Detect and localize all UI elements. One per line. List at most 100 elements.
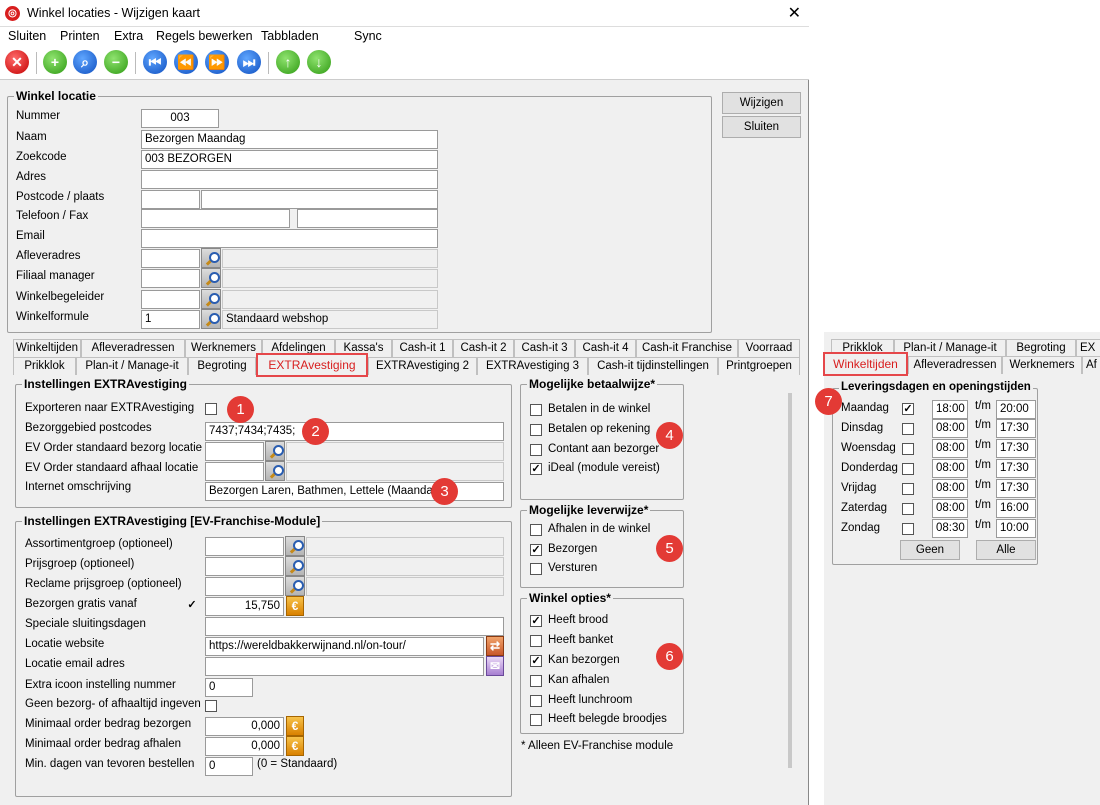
arrow-down-icon[interactable]: ↓: [307, 50, 331, 74]
menu-tabbladen[interactable]: Tabbladen: [261, 29, 319, 43]
to-time-zondag[interactable]: 10:00: [996, 519, 1036, 538]
wijzigen-button[interactable]: Wijzigen: [722, 92, 801, 114]
tab-winkeltijden[interactable]: Winkeltijden: [13, 339, 81, 357]
to-time-zaterdag[interactable]: 16:00: [996, 499, 1036, 518]
tab-cash-it-tijdinstellingen[interactable]: Cash-it tijdinstellingen: [588, 357, 718, 375]
locatie-website-field[interactable]: https://wereldbakkerwijnand.nl/on-tour/: [205, 637, 484, 656]
last-record-icon[interactable]: ⏭: [237, 50, 261, 74]
day-checkbox-dinsdag[interactable]: [902, 423, 914, 435]
to-time-maandag[interactable]: 20:00: [996, 400, 1036, 419]
filiaal-manager-field[interactable]: [141, 269, 200, 288]
geen-button[interactable]: Geen: [900, 540, 960, 560]
menu-sluiten[interactable]: Sluiten: [8, 29, 46, 43]
zoekcode-field[interactable]: 003 BEZORGEN: [141, 150, 438, 169]
heeft-lunchroom-checkbox[interactable]: [530, 695, 542, 707]
winkelformule-field[interactable]: 1: [141, 310, 200, 329]
from-time-zondag[interactable]: 08:30: [932, 519, 968, 538]
icoon-nummer-field[interactable]: 0: [205, 678, 253, 697]
heeft-brood-checkbox[interactable]: ✓: [530, 615, 542, 627]
add-icon[interactable]: +: [43, 50, 67, 74]
day-checkbox-donderdag[interactable]: [902, 463, 914, 475]
to-time-vrijdag[interactable]: 17:30: [996, 479, 1036, 498]
prijsgroep-lookup-icon[interactable]: [285, 556, 305, 576]
euro-icon[interactable]: €: [286, 596, 304, 616]
tab-af[interactable]: Af: [1082, 356, 1100, 374]
euro-icon[interactable]: €: [286, 716, 304, 736]
sluiten-button[interactable]: Sluiten: [722, 116, 801, 138]
to-time-woensdag[interactable]: 17:30: [996, 439, 1036, 458]
from-time-donderdag[interactable]: 08:00: [932, 459, 968, 478]
alle-button[interactable]: Alle: [976, 540, 1036, 560]
betalen-rekening-checkbox[interactable]: [530, 424, 542, 436]
tab-plan-it-manage-it[interactable]: Plan-it / Manage-it: [894, 339, 1006, 357]
tab-extravestiging-3[interactable]: EXTRAvestiging 3: [477, 357, 588, 375]
bezorgen-gratis-checkbox[interactable]: ✓: [186, 600, 198, 612]
next-record-icon[interactable]: ⏩: [205, 50, 229, 74]
afhaal-locatie-field[interactable]: [205, 462, 264, 481]
afhaal-locatie-lookup-icon[interactable]: [265, 461, 285, 481]
tab-extravestiging[interactable]: EXTRAvestiging: [256, 353, 368, 377]
internet-field[interactable]: Bezorgen Laren, Bathmen, Lettele (Maanda…: [205, 482, 504, 501]
remove-icon[interactable]: −: [104, 50, 128, 74]
send-email-icon[interactable]: ✉: [486, 656, 504, 676]
tab-plan-it-manage-it[interactable]: Plan-it / Manage-it: [76, 357, 188, 375]
tab-cash-it-3[interactable]: Cash-it 3: [514, 339, 575, 357]
from-time-vrijdag[interactable]: 08:00: [932, 479, 968, 498]
to-time-donderdag[interactable]: 17:30: [996, 459, 1036, 478]
tab-voorraad[interactable]: Voorraad: [738, 339, 800, 357]
tab-extravestiging-2[interactable]: EXTRAvestiging 2: [368, 357, 477, 375]
fax-field[interactable]: [297, 209, 438, 228]
afleveradres-lookup-icon[interactable]: [201, 248, 221, 268]
euro-icon[interactable]: €: [286, 736, 304, 756]
winkelbegeleider-field[interactable]: [141, 290, 200, 309]
search-icon[interactable]: ⌕: [73, 50, 97, 74]
menu-extra[interactable]: Extra: [114, 29, 143, 43]
tab-printgroepen[interactable]: Printgroepen: [718, 357, 800, 375]
menu-printen[interactable]: Printen: [60, 29, 100, 43]
tab-cash-it-4[interactable]: Cash-it 4: [575, 339, 636, 357]
tab-cash-it-2[interactable]: Cash-it 2: [453, 339, 514, 357]
from-time-dinsdag[interactable]: 08:00: [932, 419, 968, 438]
close-window-icon[interactable]: ✕: [788, 3, 801, 23]
previous-record-icon[interactable]: ⏪: [174, 50, 198, 74]
ideal-checkbox[interactable]: ✓: [530, 463, 542, 475]
bezorgen-gratis-field[interactable]: 15,750: [205, 597, 284, 616]
email-field[interactable]: [141, 229, 438, 248]
tab-winkeltijden-active[interactable]: Winkeltijden: [823, 352, 908, 376]
tab-cash-it-1[interactable]: Cash-it 1: [392, 339, 453, 357]
bezorg-locatie-lookup-icon[interactable]: [265, 441, 285, 461]
tab-werknemers[interactable]: Werknemers: [1002, 356, 1082, 374]
filiaal-manager-lookup-icon[interactable]: [201, 268, 221, 288]
to-time-dinsdag[interactable]: 17:30: [996, 419, 1036, 438]
menu-regels-bewerken[interactable]: Regels bewerken: [156, 29, 253, 43]
sluitingsdagen-field[interactable]: [205, 617, 504, 636]
day-checkbox-zaterdag[interactable]: [902, 503, 914, 515]
tab-ex[interactable]: EX: [1076, 339, 1100, 357]
day-checkbox-vrijdag[interactable]: [902, 483, 914, 495]
afhalen-checkbox[interactable]: [530, 524, 542, 536]
locatie-email-field[interactable]: [205, 657, 484, 676]
winkelformule-lookup-icon[interactable]: [201, 309, 221, 329]
nummer-field[interactable]: 003: [141, 109, 219, 128]
geen-tijd-checkbox[interactable]: [205, 700, 217, 712]
plaats-field[interactable]: [201, 190, 438, 209]
winkelbegeleider-lookup-icon[interactable]: [201, 289, 221, 309]
tab-prikklok[interactable]: Prikklok: [13, 357, 76, 375]
telefoon-field[interactable]: [141, 209, 290, 228]
betalen-winkel-checkbox[interactable]: [530, 404, 542, 416]
kan-afhalen-checkbox[interactable]: [530, 675, 542, 687]
min-dagen-field[interactable]: 0: [205, 757, 253, 776]
tab-werknemers[interactable]: Werknemers: [185, 339, 262, 357]
tab-begroting[interactable]: Begroting: [1006, 339, 1076, 357]
contant-checkbox[interactable]: [530, 444, 542, 456]
day-checkbox-woensdag[interactable]: [902, 443, 914, 455]
postcode-field[interactable]: [141, 190, 200, 209]
heeft-banket-checkbox[interactable]: [530, 635, 542, 647]
close-icon[interactable]: ✕: [5, 50, 29, 74]
assortimentgroep-lookup-icon[interactable]: [285, 536, 305, 556]
menu-sync[interactable]: Sync: [354, 29, 382, 43]
first-record-icon[interactable]: ⏮: [143, 50, 167, 74]
arrow-up-icon[interactable]: ↑: [276, 50, 300, 74]
bezorg-locatie-field[interactable]: [205, 442, 264, 461]
adres-field[interactable]: [141, 170, 438, 189]
